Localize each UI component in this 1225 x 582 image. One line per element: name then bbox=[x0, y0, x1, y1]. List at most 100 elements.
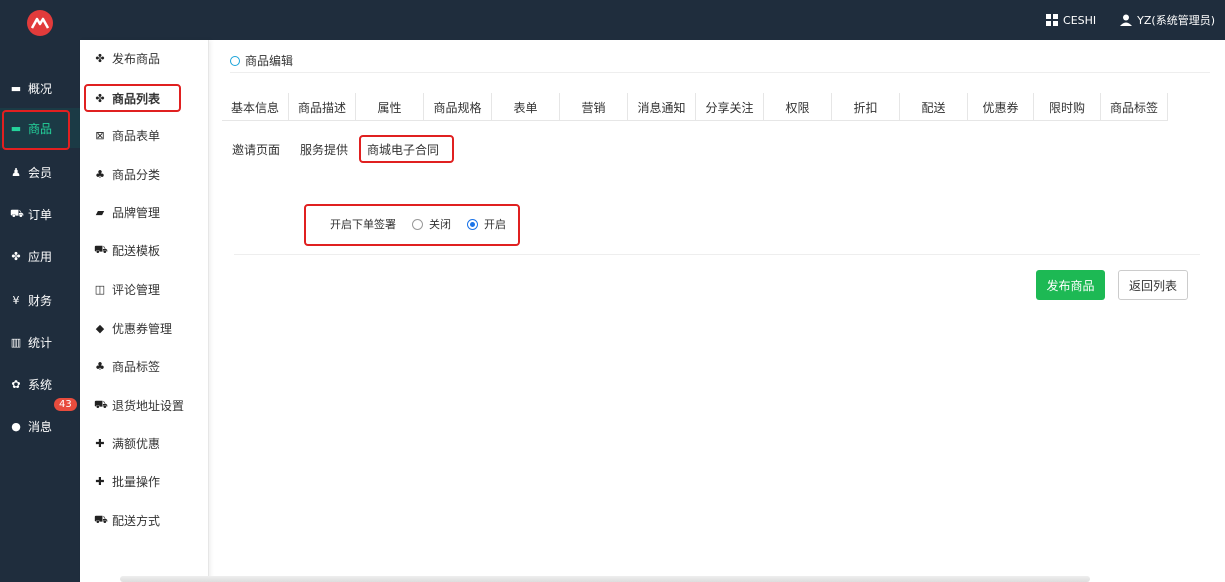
app-logo[interactable] bbox=[27, 10, 53, 36]
sitemap-icon: ♣ bbox=[95, 167, 105, 181]
submenu-batch-operation[interactable]: ✚ 批量操作 bbox=[94, 471, 160, 491]
tab-discount[interactable]: 折扣 bbox=[832, 93, 900, 121]
nav-messages[interactable]: ● 消息 43 bbox=[0, 398, 80, 446]
bar-chart-icon: ▥ bbox=[10, 335, 22, 349]
back-to-list-button[interactable]: 返回列表 bbox=[1118, 270, 1188, 300]
tab-notifications[interactable]: 消息通知 bbox=[628, 93, 696, 121]
user-menu[interactable]: YZ(系统管理员) bbox=[1120, 12, 1215, 28]
highlight-goods-nav bbox=[2, 110, 70, 150]
tab-marketing[interactable]: 营销 bbox=[560, 93, 628, 121]
submenu-return-address[interactable]: ⛟ 退货地址设置 bbox=[94, 395, 184, 415]
nav-label: 应用 bbox=[28, 249, 53, 264]
truck-icon: ⛟ bbox=[94, 512, 108, 526]
shop-name: CESHI bbox=[1063, 13, 1097, 27]
truck-icon: ⛟ bbox=[94, 397, 108, 411]
tab-service[interactable]: 服务提供 bbox=[290, 135, 358, 163]
submenu-label: 品牌管理 bbox=[112, 205, 161, 220]
tab-permissions[interactable]: 权限 bbox=[764, 93, 832, 121]
tab-attributes[interactable]: 属性 bbox=[356, 93, 424, 121]
submenu-label: 配送方式 bbox=[112, 513, 161, 528]
tab-flash-sale[interactable]: 限时购 bbox=[1034, 93, 1101, 121]
user-icon bbox=[1120, 14, 1133, 26]
nav-finance[interactable]: ¥ 财务 bbox=[0, 280, 80, 320]
submenu-publish-goods[interactable]: ✤ 发布商品 bbox=[94, 48, 160, 68]
submenu-label: 发布商品 bbox=[112, 51, 161, 66]
nav-stats[interactable]: ▥ 统计 bbox=[0, 322, 80, 362]
highlight-e-contract-tab bbox=[359, 135, 454, 163]
gears-icon: ✿ bbox=[11, 377, 21, 391]
sitemap-icon: ♣ bbox=[95, 359, 105, 373]
nav-label: 订单 bbox=[28, 207, 53, 222]
yen-icon: ¥ bbox=[12, 293, 20, 307]
submenu-goods-form[interactable]: ⊠ 商品表单 bbox=[94, 125, 160, 145]
submenu-label: 商品标签 bbox=[112, 359, 161, 374]
nav-label: 会员 bbox=[28, 165, 53, 180]
truck-icon: ⛟ bbox=[94, 242, 108, 256]
user-name: YZ(系统管理员) bbox=[1137, 14, 1215, 27]
submenu-reviews[interactable]: ◫ 评论管理 bbox=[94, 279, 160, 299]
submenu-delivery-method[interactable]: ⛟ 配送方式 bbox=[94, 510, 160, 530]
main-nav: ▬ 概况 ▬ 商品 ♟ 会员 ⛟ 订单 ✤ 应用 ¥ 财务 ▥ 统计 ✿ 系统 … bbox=[0, 0, 80, 582]
nav-members[interactable]: ♟ 会员 bbox=[0, 152, 80, 192]
tab-share[interactable]: 分享关注 bbox=[696, 93, 764, 121]
bottom-scroll-shadow bbox=[120, 576, 1090, 582]
submenu-label: 退货地址设置 bbox=[112, 398, 185, 413]
submenu-label: 批量操作 bbox=[112, 474, 161, 489]
logo-icon bbox=[31, 17, 49, 29]
tab-goods-tags[interactable]: 商品标签 bbox=[1101, 93, 1168, 121]
page-title: 商品编辑 bbox=[245, 54, 294, 68]
submenu-goods-tags[interactable]: ♣ 商品标签 bbox=[94, 356, 160, 376]
nav-label: 系统 bbox=[28, 377, 53, 392]
shop-switch[interactable]: CESHI bbox=[1046, 14, 1096, 27]
cart-icon: ⛟ bbox=[10, 206, 24, 220]
submenu-label: 优惠券管理 bbox=[112, 321, 173, 336]
circle-icon bbox=[230, 55, 240, 66]
highlight-sign-setting bbox=[304, 204, 520, 246]
tab-delivery[interactable]: 配送 bbox=[900, 93, 968, 121]
breadcrumb: 商品编辑 bbox=[230, 52, 293, 69]
submenu-full-discount[interactable]: ✚ 满额优惠 bbox=[94, 433, 160, 453]
nav-label: 概况 bbox=[28, 81, 53, 96]
message-count-badge: 43 bbox=[54, 398, 77, 411]
columns-icon: ◫ bbox=[94, 282, 106, 296]
gift-icon: ✚ bbox=[95, 436, 105, 450]
goods-submenu: ✤ 发布商品 ✤ 商品列表 ⊠ 商品表单 ♣ 商品分类 ▰ 品牌管理 ⛟ 配送模板 ◫ 评论管… bbox=[80, 40, 209, 582]
highlight-goods-list bbox=[84, 84, 181, 112]
submenu-label: 满额优惠 bbox=[112, 436, 161, 451]
section-divider bbox=[234, 254, 1200, 255]
nav-overview[interactable]: ▬ 概况 bbox=[0, 68, 80, 108]
nav-apps[interactable]: ✤ 应用 bbox=[0, 236, 80, 276]
publish-goods-button[interactable]: 发布商品 bbox=[1036, 270, 1105, 300]
submenu-label: 评论管理 bbox=[112, 282, 161, 297]
nav-label: 统计 bbox=[28, 335, 53, 350]
main-content: 商品编辑 基本信息 商品描述 属性 商品规格 表单 营销 消息通知 分享关注 权… bbox=[210, 40, 1225, 582]
submenu-label: 商品分类 bbox=[112, 167, 161, 182]
tab-form[interactable]: 表单 bbox=[492, 93, 560, 121]
nav-orders[interactable]: ⛟ 订单 bbox=[0, 194, 80, 234]
submenu-label: 配送模板 bbox=[112, 243, 161, 258]
apps-icon: ✤ bbox=[11, 249, 21, 263]
grid-icon bbox=[1046, 14, 1059, 26]
submenu-brand[interactable]: ▰ 品牌管理 bbox=[94, 202, 160, 222]
excel-icon: ⊠ bbox=[95, 128, 105, 142]
tab-invite-page[interactable]: 邀请页面 bbox=[222, 135, 290, 163]
members-icon: ♟ bbox=[11, 165, 21, 179]
cubes-icon: ✤ bbox=[95, 51, 105, 65]
tab-coupons[interactable]: 优惠券 bbox=[968, 93, 1034, 121]
submenu-label: 商品表单 bbox=[112, 128, 161, 143]
tab-description[interactable]: 商品描述 bbox=[289, 93, 356, 121]
nav-label: 消息 bbox=[28, 419, 53, 434]
comment-icon: ● bbox=[11, 419, 21, 433]
nav-label: 财务 bbox=[28, 293, 53, 308]
submenu-shipping-template[interactable]: ⛟ 配送模板 bbox=[94, 240, 160, 260]
tags-icon: ◆ bbox=[95, 321, 105, 335]
tab-specs[interactable]: 商品规格 bbox=[424, 93, 492, 121]
submenu-category[interactable]: ♣ 商品分类 bbox=[94, 164, 160, 184]
gift-icon: ✚ bbox=[95, 474, 105, 488]
top-bar: CESHI YZ(系统管理员) bbox=[0, 0, 1225, 40]
briefcase-icon: ▰ bbox=[95, 205, 105, 219]
submenu-coupons[interactable]: ◆ 优惠券管理 bbox=[94, 318, 172, 338]
overview-icon: ▬ bbox=[10, 81, 22, 95]
tab-bar-primary: 基本信息 商品描述 属性 商品规格 表单 营销 消息通知 分享关注 权限 折扣 … bbox=[222, 93, 1168, 121]
tab-basic-info[interactable]: 基本信息 bbox=[222, 93, 289, 121]
